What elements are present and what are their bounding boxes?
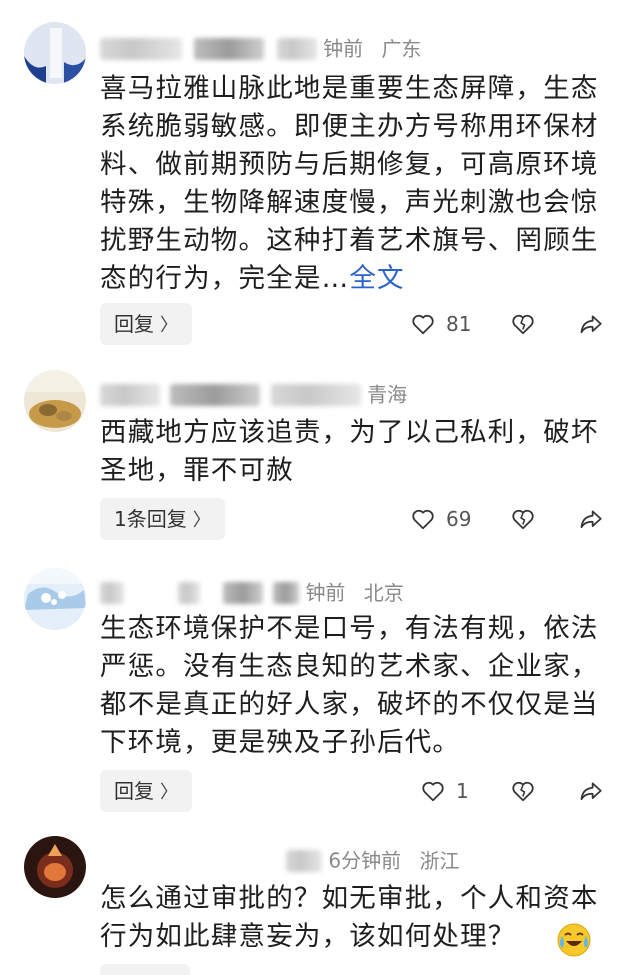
comment-text: 喜马拉雅山脉此地是重要生态屏障，生态系统脆弱敏感。即便主办方号称用环保材料、做前… [100,73,599,294]
broken-heart-icon [512,314,534,335]
username-blurred [170,383,261,406]
comment-text-block: 生态环境保护不是口号，有法有规，依法严惩。没有生态良知的艺术家、企业家，都不是真… [100,610,610,762]
comment-text-block: 喜马拉雅山脉此地是重要生态屏障，生态系统脆弱敏感。即便主办方号称用环保材料、做前… [100,70,610,298]
comment-location: 广东 [381,36,422,61]
avatar[interactable] [24,568,86,630]
comment-meta: 青海 [100,378,407,408]
comment-time: 6分钟前 [328,848,402,873]
dislike-button[interactable] [510,308,536,340]
comment-text: 生态环境保护不是口号，有法有规，依法严惩。没有生态良知的艺术家、企业家，都不是真… [100,613,599,758]
username-blurred [100,383,160,406]
avatar[interactable] [24,836,86,898]
expand-full-text-link[interactable]: 全文 [349,263,404,294]
time-blurred [276,37,317,60]
share-arrow-icon [580,315,602,334]
like-count: 1 [456,779,469,803]
heart-outline-icon [422,781,444,802]
comment-text-block: 西藏地方应该追责，为了以己私利，破坏圣地，罪不可赦 [100,414,610,490]
chevron-right-icon: 〉 [192,510,211,531]
dislike-button[interactable] [510,775,536,807]
avatar[interactable] [24,370,86,432]
username-blurred [222,581,263,604]
user-avatar-sand-icon [24,370,86,432]
comment-location: 北京 [363,580,404,605]
username-blurred [178,581,201,604]
next-reply-button-partial[interactable] [100,964,190,975]
user-avatar-dark-icon [24,836,86,898]
reply-button[interactable]: 回复〉 [100,303,192,345]
chevron-right-icon: 〉 [160,782,178,803]
user-avatar-blue-icon [24,22,86,84]
comment-meta: 6分钟前 浙江 [100,844,459,874]
share-button[interactable] [578,775,604,807]
comment-meta: 钟前 广东 [100,32,421,62]
like-button[interactable]: 81 [410,308,471,340]
share-button[interactable] [578,503,604,535]
username-blurred [286,849,322,872]
heart-outline-icon [412,314,434,335]
time-blurred [270,383,361,406]
reply-button[interactable]: 1条回复〉 [100,498,225,540]
reply-button-label: 回复 [114,312,154,336]
reply-button-label: 1条回复 [114,507,187,531]
comment-time: 钟前 [305,580,346,605]
share-arrow-icon [580,782,602,801]
comment-text: 怎么通过审批的？如无审批，个人和资本行为如此肆意妄为，该如何处理？ [100,883,599,952]
heart-outline-icon [412,509,434,530]
dislike-button[interactable] [510,503,536,535]
like-button[interactable]: 69 [410,503,471,535]
broken-heart-icon [512,781,534,802]
comment-location: 浙江 [419,848,460,873]
reply-button[interactable]: 回复〉 [100,770,192,812]
avatar[interactable] [24,22,86,84]
broken-heart-icon [512,509,534,530]
comment-time: 钟前 [323,36,364,61]
comment-text-block: 怎么通过审批的？如无审批，个人和资本行为如此肆意妄为，该如何处理？ [100,880,610,956]
chevron-right-icon: 〉 [160,315,178,336]
reply-button-label: 回复 [114,779,154,803]
user-avatar-snow-icon [24,568,86,630]
username-blurred [194,37,265,60]
crying-laughing-emoji-icon [557,923,591,957]
like-count: 81 [446,312,472,336]
like-count: 69 [446,507,472,531]
time-blurred [273,581,300,604]
username-blurred [100,37,182,60]
comment-text: 西藏地方应该追责，为了以己私利，破坏圣地，罪不可赦 [100,417,599,486]
share-arrow-icon [580,510,602,529]
comment-location: 青海 [367,382,408,407]
username-blurred [100,581,124,604]
comment-meta: 钟前 北京 [100,576,404,606]
like-button[interactable]: 1 [420,775,469,807]
share-button[interactable] [578,308,604,340]
